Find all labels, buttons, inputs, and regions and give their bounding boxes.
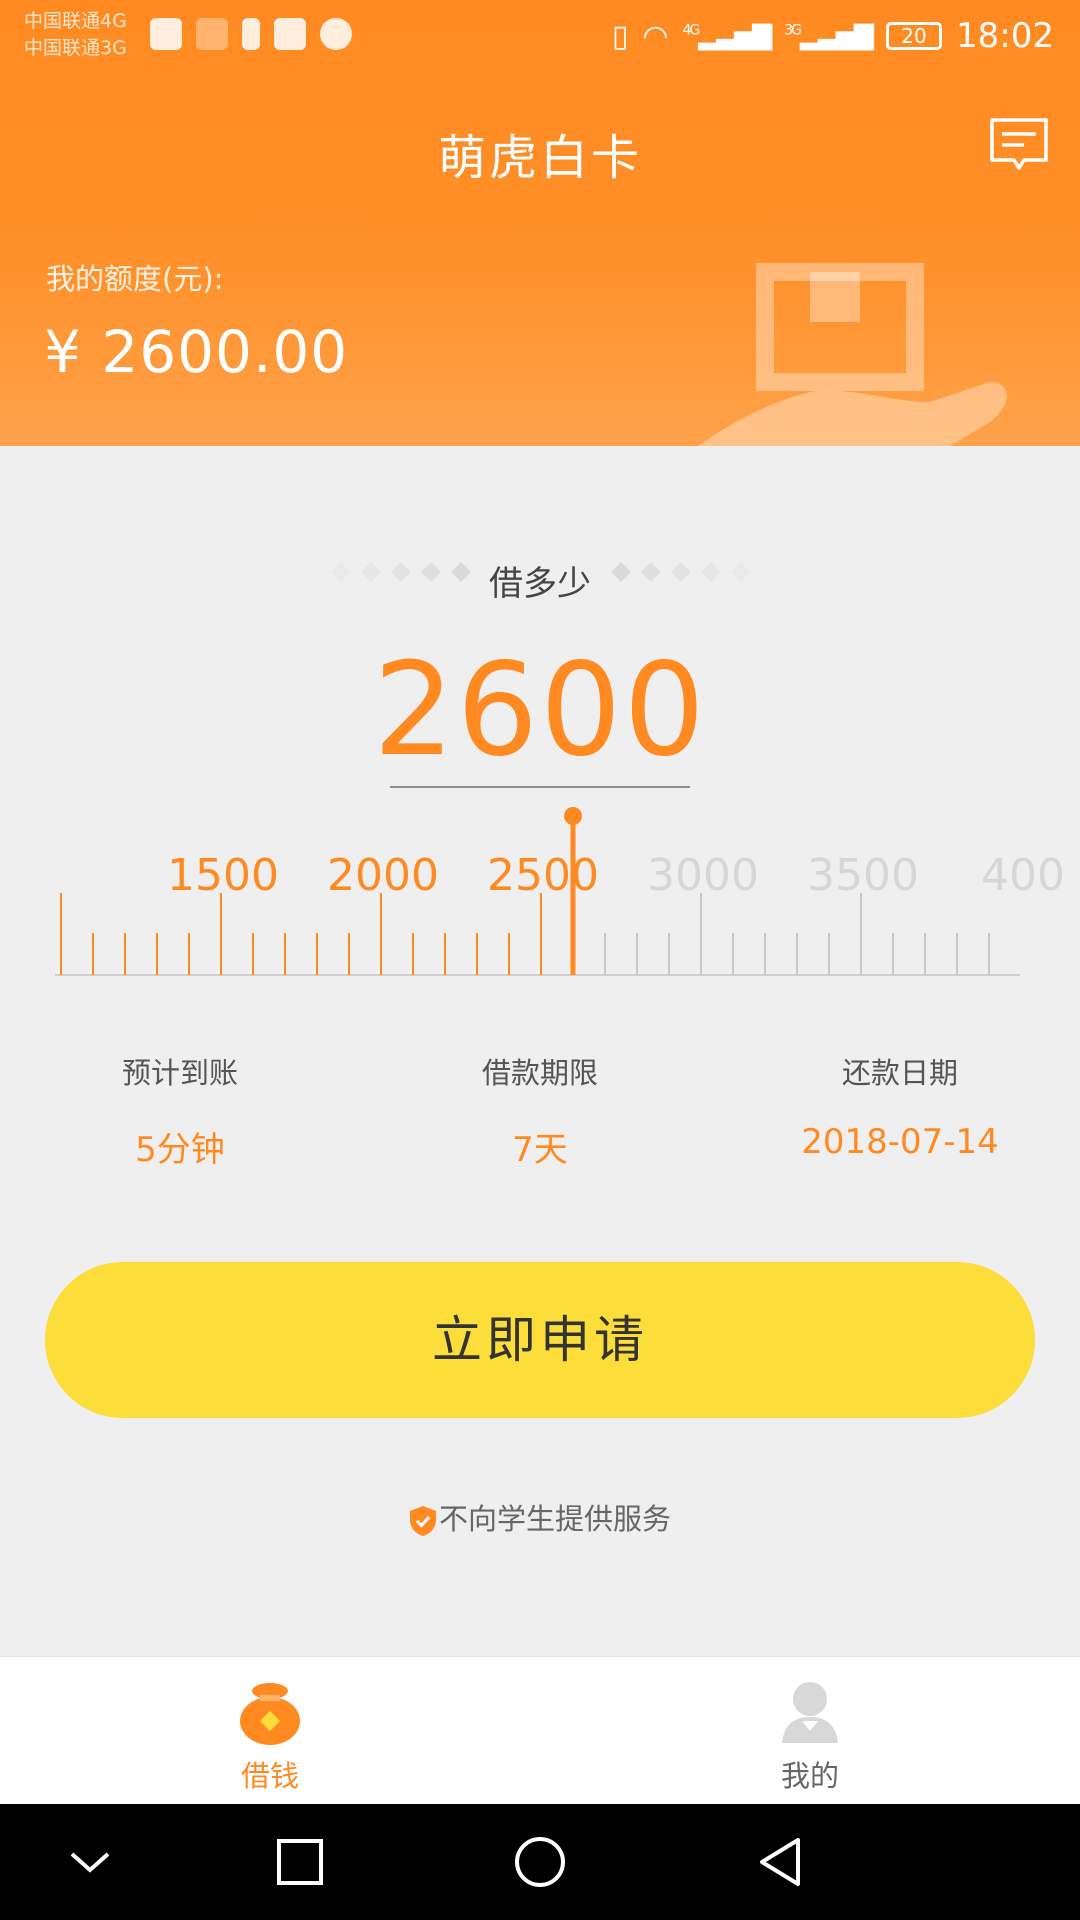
decor-dots-right bbox=[610, 561, 752, 583]
ruler-label: 2000 bbox=[327, 850, 439, 901]
signal-2: 3G▂▃▅▇ bbox=[784, 21, 874, 51]
system-nav-bar bbox=[0, 1804, 1080, 1920]
credit-value: ¥ 2600.00 bbox=[44, 318, 349, 386]
ruler-label: 1500 bbox=[167, 850, 279, 901]
nav-home-button[interactable] bbox=[510, 1832, 570, 1892]
apply-button[interactable]: 立即申请 bbox=[45, 1262, 1035, 1418]
tab-mine[interactable]: 我的 bbox=[730, 1657, 890, 1805]
app-s-icon bbox=[320, 18, 352, 50]
activity-icon bbox=[150, 18, 182, 50]
tab-borrow-label: 借钱 bbox=[240, 1759, 299, 1793]
battery-alert-icon bbox=[242, 18, 260, 50]
tab-bar: 借钱 我的 bbox=[0, 1656, 1080, 1804]
amount-underline bbox=[390, 786, 690, 788]
info-repay-label: 还款日期 bbox=[841, 1056, 958, 1090]
carrier-1: 中国联通4G bbox=[24, 10, 127, 32]
ruler-label: 3500 bbox=[807, 850, 919, 901]
message-button[interactable] bbox=[988, 116, 1050, 174]
nav-down-icon bbox=[70, 1852, 110, 1873]
cast-icon bbox=[196, 18, 228, 50]
nav-recents-button[interactable] bbox=[270, 1832, 330, 1892]
shop-icon bbox=[274, 18, 306, 50]
header: 中国联通4G 中国联通3G ▯ ◠ 4G▂▃▅▇ 3G▂▃▅▇ 20 18:02… bbox=[0, 0, 1080, 446]
page-title: 萌虎白卡 bbox=[437, 130, 642, 186]
signal-1: 4G▂▃▅▇ bbox=[682, 21, 773, 51]
shield-check-icon bbox=[409, 1506, 436, 1536]
credit-label: 我的额度(元): bbox=[46, 262, 224, 296]
tab-mine-label: 我的 bbox=[780, 1759, 839, 1793]
info-arrival: 预计到账 5分钟 bbox=[0, 1050, 360, 1171]
slider-knob[interactable] bbox=[564, 807, 582, 825]
info-repay-value: 2018-07-14 bbox=[801, 1122, 999, 1162]
amount-slider[interactable]: 1500 2000 2500 3000 3500 400 bbox=[0, 800, 1080, 990]
nav-recents-icon bbox=[277, 1839, 323, 1885]
ruler-label: 2500 bbox=[487, 850, 599, 901]
clock: 18:02 bbox=[956, 16, 1054, 56]
nav-back-button[interactable] bbox=[750, 1832, 810, 1892]
money-bag-icon bbox=[240, 1683, 300, 1745]
nav-back-icon bbox=[760, 1838, 800, 1886]
ruler-label: 3000 bbox=[647, 850, 759, 901]
wifi-icon: ◠ bbox=[642, 18, 669, 54]
vibrate-icon: ▯ bbox=[611, 18, 629, 54]
section-title: 借多少 bbox=[489, 564, 591, 604]
notification-icons bbox=[150, 18, 352, 50]
tab-borrow[interactable]: 借钱 bbox=[190, 1657, 350, 1805]
card-illustration bbox=[698, 263, 1007, 446]
battery-icon: 20 bbox=[886, 22, 943, 50]
nav-home-icon bbox=[515, 1837, 565, 1887]
status-right: ▯ ◠ 4G▂▃▅▇ 3G▂▃▅▇ 20 18:02 bbox=[612, 16, 1054, 56]
info-term-value: 7天 bbox=[512, 1130, 568, 1170]
info-term-label: 借款期限 bbox=[481, 1056, 598, 1090]
notice-text: 不向学生提供服务 bbox=[438, 1502, 671, 1536]
nav-down-button[interactable] bbox=[60, 1832, 120, 1892]
carrier-info: 中国联通4G 中国联通3G bbox=[24, 8, 127, 62]
status-bar: 中国联通4G 中国联通3G ▯ ◠ 4G▂▃▅▇ 3G▂▃▅▇ 20 18:02 bbox=[0, 0, 1080, 75]
ruler-label: 400 bbox=[981, 850, 1065, 901]
carrier-2: 中国联通3G bbox=[24, 37, 127, 59]
info-arrival-value: 5分钟 bbox=[135, 1130, 225, 1170]
info-repay-date: 还款日期 2018-07-14 bbox=[720, 1050, 1080, 1162]
info-arrival-label: 预计到账 bbox=[121, 1056, 238, 1090]
info-term: 借款期限 7天 bbox=[360, 1050, 720, 1171]
message-icon bbox=[990, 118, 1048, 170]
borrow-amount: 2600 bbox=[373, 636, 707, 785]
student-notice: 不向学生提供服务 bbox=[0, 1496, 1080, 1538]
user-icon bbox=[782, 1682, 838, 1743]
